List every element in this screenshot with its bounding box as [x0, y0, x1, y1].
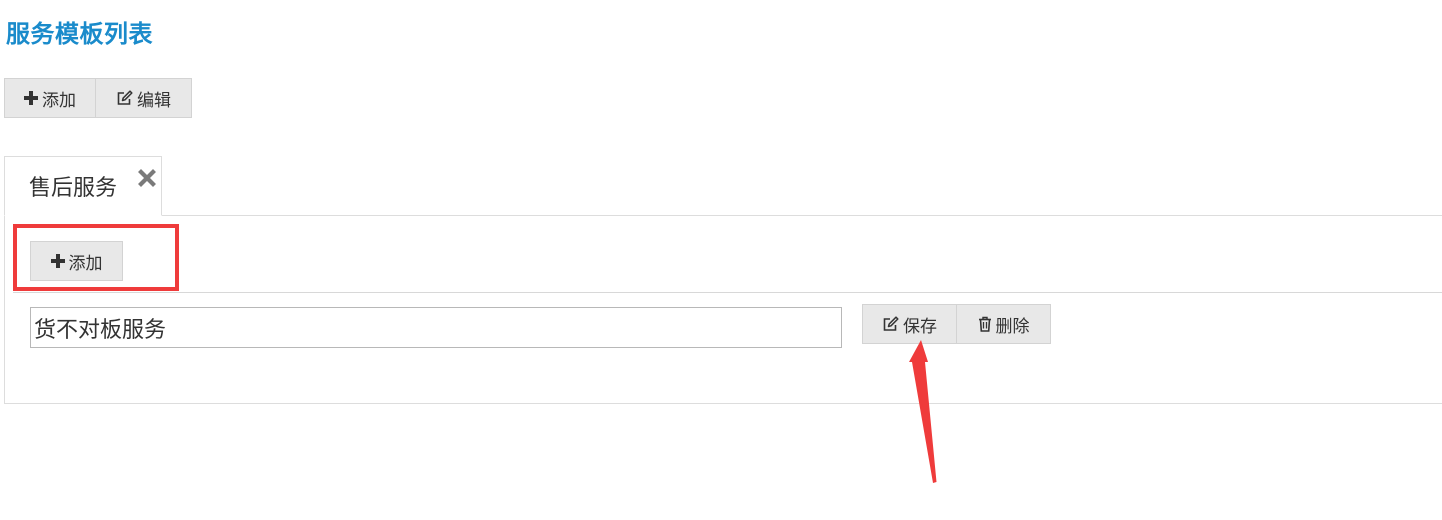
- plus-icon: [24, 91, 38, 105]
- panel-toolbar: 添加: [30, 241, 123, 281]
- edit-template-button[interactable]: 编辑: [96, 78, 192, 118]
- add-template-button[interactable]: 添加: [4, 78, 96, 118]
- tab-label: 售后服务: [29, 176, 118, 201]
- item-actions: 保存 删除: [862, 304, 1051, 344]
- add-template-label: 添加: [42, 90, 76, 111]
- edit-icon: [116, 90, 133, 106]
- trash-icon: [978, 316, 992, 332]
- save-label: 保存: [903, 316, 937, 337]
- tab-after-sales-service[interactable]: 售后服务: [4, 156, 162, 216]
- save-button[interactable]: 保存: [862, 304, 957, 344]
- service-item-input[interactable]: [30, 307, 842, 348]
- close-icon[interactable]: [137, 168, 157, 188]
- plus-icon: [50, 254, 65, 268]
- edit-template-label: 编辑: [137, 90, 171, 111]
- divider: [13, 292, 1442, 293]
- add-item-button[interactable]: 添加: [30, 241, 123, 281]
- toolbar: 添加 编辑: [4, 78, 192, 118]
- add-item-label: 添加: [68, 253, 103, 274]
- edit-icon: [882, 316, 899, 332]
- page-title: 服务模板列表: [6, 20, 153, 48]
- delete-label: 删除: [995, 316, 1030, 337]
- delete-button[interactable]: 删除: [957, 304, 1051, 344]
